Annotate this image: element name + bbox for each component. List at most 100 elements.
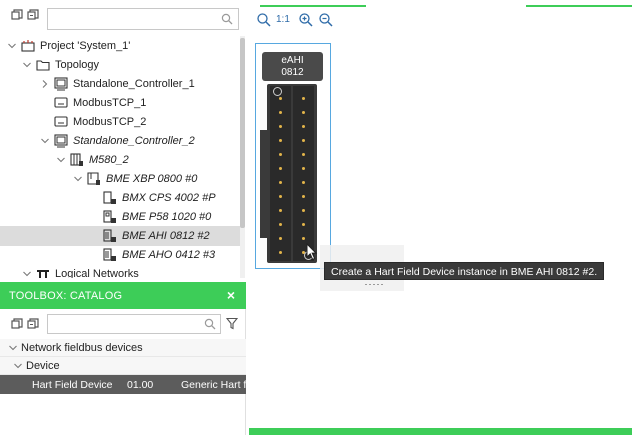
chevron-down-icon[interactable] — [7, 41, 17, 51]
search-icon[interactable] — [221, 13, 233, 25]
catalog-item-hart-field-device[interactable]: Hart Field Device 01.00 Generic Hart fi — [0, 375, 249, 394]
terminal-pin-dot — [302, 167, 305, 170]
tree-item-bme-xbp[interactable]: BME XBP 0800 #0 — [0, 169, 240, 189]
collapse-all-icon[interactable] — [27, 9, 39, 21]
tree-item-label: BME AHO 0412 #3 — [122, 249, 216, 261]
terminal-pin — [270, 246, 291, 260]
controller-icon — [54, 134, 68, 148]
terminal-pin-dot — [302, 153, 305, 156]
chevron-right-icon[interactable] — [40, 79, 50, 89]
zoom-one-to-one-button[interactable]: 1:1 — [276, 14, 290, 25]
chevron-down-icon[interactable] — [40, 136, 50, 146]
tree-search-field[interactable] — [47, 8, 239, 30]
collapse-all-icon[interactable] — [27, 318, 39, 330]
tree-item-bme-ahi[interactable]: BME AHI 0812 #2 — [0, 226, 240, 246]
terminal-pin — [293, 148, 314, 162]
expand-all-icon[interactable] — [11, 318, 23, 330]
terminal-pin — [293, 218, 314, 232]
module-name-line2: 0812 — [281, 67, 304, 78]
tree-search-input[interactable] — [52, 12, 217, 26]
terminal-pin-dot — [302, 237, 305, 240]
terminal-pin-dot — [279, 195, 282, 198]
project-tree-panel: Project 'System_1' Topology Standalone_C… — [0, 0, 246, 281]
tree-item-label: Project 'System_1' — [40, 40, 131, 52]
tree-item-label: BMX CPS 4002 #P — [122, 192, 216, 204]
tab-indicator — [526, 5, 632, 7]
chevron-down-icon[interactable] — [56, 155, 66, 165]
tree-item-label: ModbusTCP_1 — [73, 97, 147, 109]
tree-item-topology[interactable]: Topology — [0, 55, 240, 75]
terminal-pin — [270, 134, 291, 148]
search-icon[interactable] — [204, 318, 216, 330]
terminal-pin — [270, 232, 291, 246]
catalog-item-version: 01.00 — [127, 379, 154, 391]
category-device[interactable]: Device — [0, 357, 246, 375]
terminal-pin — [293, 162, 314, 176]
tab-indicator — [260, 5, 366, 7]
close-button[interactable]: × — [224, 287, 238, 303]
zoom-fit-icon[interactable] — [256, 12, 272, 28]
category-label: Network fieldbus devices — [21, 341, 143, 354]
tree-item-label: BME P58 1020 #0 — [122, 211, 212, 223]
chevron-down-icon[interactable] — [73, 174, 83, 184]
rack-editor: 1:1 eAHI 0812 — [246, 0, 632, 435]
tree-item-project[interactable]: Project 'System_1' — [0, 36, 240, 56]
chevron-down-icon[interactable] — [13, 361, 23, 371]
drag-ghost-dots — [365, 284, 385, 285]
io-module-icon — [103, 248, 116, 261]
catalog-search-input[interactable] — [52, 317, 202, 331]
terminal-pin — [270, 190, 291, 204]
project-tree: Project 'System_1' Topology Standalone_C… — [0, 36, 240, 278]
tree-item-label: Logical Networks — [55, 268, 139, 278]
mouse-cursor-icon — [306, 243, 318, 260]
tree-scrollbar[interactable] — [240, 36, 245, 278]
terminal-pin — [293, 190, 314, 204]
logical-networks-icon — [37, 270, 49, 278]
tree-item-standalone-controller-2[interactable]: Standalone_Controller_2 — [0, 131, 240, 151]
project-icon — [21, 40, 35, 52]
tree-item-label: ModbusTCP_2 — [73, 116, 147, 128]
catalog-item-name: Hart Field Device — [32, 379, 113, 391]
tree-item-bme-p58[interactable]: BME P58 1020 #0 — [0, 207, 240, 227]
terminal-pin-dot — [279, 251, 282, 254]
tree-item-label: M580_2 — [89, 154, 129, 166]
folder-icon — [36, 60, 50, 71]
filter-icon[interactable] — [226, 317, 238, 330]
category-network-fieldbus-devices[interactable]: Network fieldbus devices — [0, 339, 246, 357]
io-module-icon — [103, 229, 116, 242]
terminal-pin-dot — [279, 139, 282, 142]
network-icon — [54, 116, 68, 127]
catalog-search-field[interactable] — [47, 314, 221, 334]
controller-icon — [54, 77, 68, 91]
toolbox-title: TOOLBOX: CATALOG — [9, 290, 123, 302]
terminal-pin-dot — [279, 125, 282, 128]
tree-scrollbar-thumb[interactable] — [240, 38, 245, 228]
tree-item-modbustcp-2[interactable]: ModbusTCP_2 — [0, 112, 240, 132]
toolbox-panel: TOOLBOX: CATALOG × Network fieldbus devi… — [0, 282, 249, 435]
expand-all-icon[interactable] — [11, 9, 23, 21]
terminal-pin — [270, 176, 291, 190]
chevron-down-icon[interactable] — [22, 269, 32, 278]
tree-item-logical-networks[interactable]: Logical Networks — [0, 264, 240, 278]
network-icon — [54, 97, 68, 108]
tree-item-bmx-cps[interactable]: BMX CPS 4002 #P — [0, 188, 240, 208]
tree-item-modbustcp-1[interactable]: ModbusTCP_1 — [0, 93, 240, 113]
terminal-pin-dot — [302, 97, 305, 100]
zoom-out-icon[interactable] — [318, 12, 334, 28]
tree-item-bme-aho[interactable]: BME AHO 0412 #3 — [0, 245, 240, 265]
tree-item-label: BME XBP 0800 #0 — [106, 173, 198, 185]
tree-item-m580-2[interactable]: M580_2 — [0, 150, 240, 170]
terminal-block-left — [270, 86, 291, 261]
terminal-pin — [293, 204, 314, 218]
chevron-down-icon[interactable] — [22, 60, 32, 70]
toolbox-header: TOOLBOX: CATALOG × — [0, 282, 246, 309]
tree-item-label: Standalone_Controller_2 — [73, 135, 195, 147]
module-bme-ahi-0812[interactable]: eAHI 0812 — [255, 43, 331, 269]
module-body — [267, 84, 317, 263]
tooltip: Create a Hart Field Device instance in B… — [324, 262, 605, 280]
terminal-pin-dot — [279, 237, 282, 240]
tree-item-standalone-controller-1[interactable]: Standalone_Controller_1 — [0, 74, 240, 94]
cpu-module-icon — [103, 210, 116, 223]
chevron-down-icon[interactable] — [8, 343, 18, 353]
zoom-in-icon[interactable] — [298, 12, 314, 28]
